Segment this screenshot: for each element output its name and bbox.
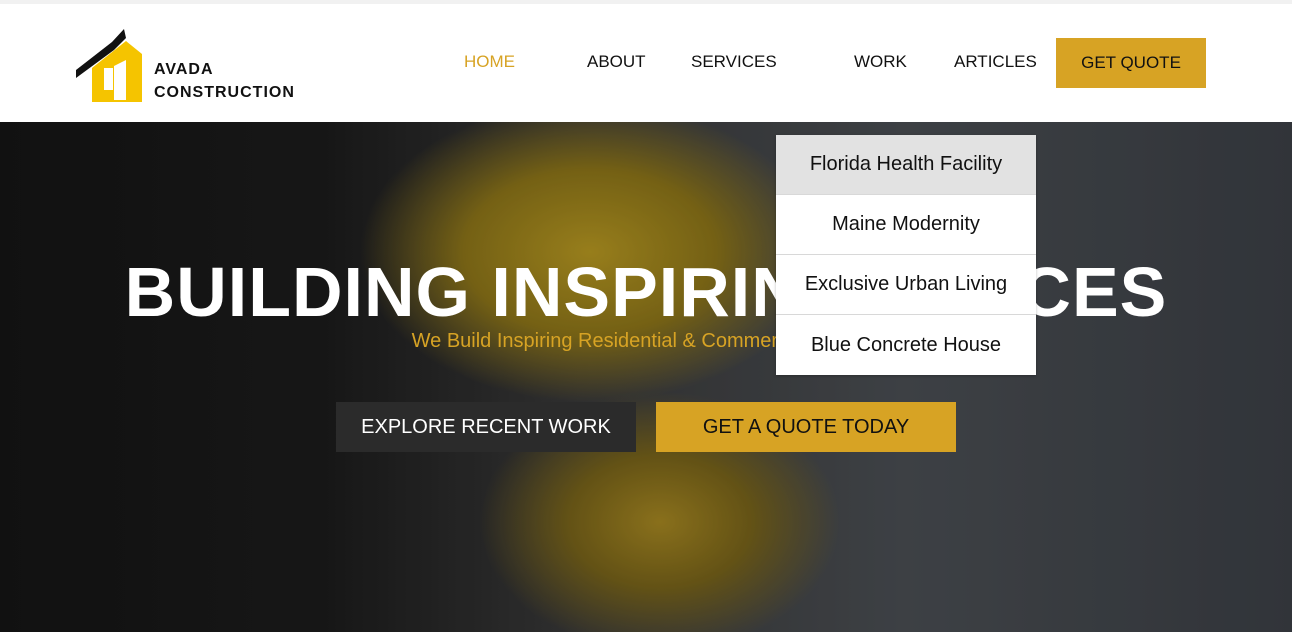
work-dropdown-menu: Florida Health Facility Maine Modernity … (776, 135, 1036, 375)
explore-recent-work-button[interactable]: EXPLORE RECENT WORK (336, 402, 636, 452)
brand-name: AVADA CONSTRUCTION (154, 58, 295, 104)
house-logo-icon (76, 29, 142, 102)
hero-section: BUILDING INSPIRING SPACES We Build Inspi… (0, 122, 1292, 632)
hero-headline: BUILDING INSPIRING SPACES (124, 253, 1168, 331)
get-a-quote-today-button[interactable]: GET A QUOTE TODAY (656, 402, 956, 452)
dropdown-item-exclusive-urban-living[interactable]: Exclusive Urban Living (776, 255, 1036, 315)
get-quote-button[interactable]: GET QUOTE (1056, 38, 1206, 88)
hero-subheadline: We Build Inspiring Residential & Commerc… (411, 330, 881, 352)
site-header: AVADA CONSTRUCTION HOME ABOUT SERVICES W… (0, 4, 1292, 122)
dropdown-item-blue-concrete-house[interactable]: Blue Concrete House (776, 315, 1036, 375)
logo[interactable]: AVADA CONSTRUCTION (76, 24, 316, 104)
dropdown-item-maine-modernity[interactable]: Maine Modernity (776, 195, 1036, 255)
nav-articles[interactable]: ARTICLES (954, 52, 1037, 72)
nav-about[interactable]: ABOUT (587, 52, 646, 72)
nav-work[interactable]: WORK (854, 52, 907, 72)
brand-line-1: AVADA (154, 61, 214, 78)
dropdown-item-florida-health-facility[interactable]: Florida Health Facility (776, 135, 1036, 195)
nav-home[interactable]: HOME (464, 52, 515, 72)
hero-overlay (0, 122, 1292, 632)
brand-line-2: CONSTRUCTION (154, 84, 295, 101)
nav-services[interactable]: SERVICES (691, 52, 777, 72)
